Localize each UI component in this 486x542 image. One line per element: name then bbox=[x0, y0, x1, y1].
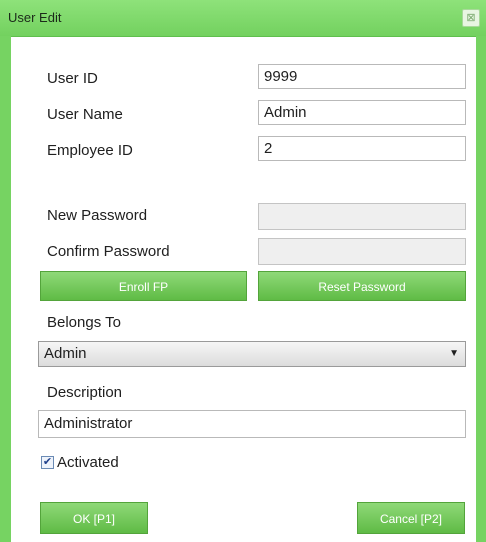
user-name-label: User Name bbox=[47, 106, 123, 123]
belongs-to-label: Belongs To bbox=[47, 314, 121, 331]
belongs-to-value: Admin bbox=[44, 345, 87, 362]
confirm-password-field[interactable] bbox=[258, 238, 466, 265]
title-bar: User Edit ⊠ bbox=[0, 0, 486, 37]
user-id-field[interactable]: 9999 bbox=[258, 64, 466, 89]
new-password-label: New Password bbox=[47, 207, 148, 224]
activated-label: Activated bbox=[57, 454, 119, 471]
belongs-to-dropdown[interactable]: Admin ▼ bbox=[38, 341, 466, 367]
employee-id-field[interactable]: 2 bbox=[258, 136, 466, 161]
confirm-password-label: Confirm Password bbox=[47, 243, 170, 260]
activated-checkbox[interactable]: ✔ bbox=[41, 456, 54, 469]
reset-password-button[interactable]: Reset Password bbox=[258, 271, 466, 301]
cancel-button[interactable]: Cancel [P2] bbox=[357, 502, 465, 534]
enroll-fp-button[interactable]: Enroll FP bbox=[40, 271, 247, 301]
left-border bbox=[0, 36, 11, 542]
user-id-label: User ID bbox=[47, 70, 98, 87]
right-border bbox=[476, 36, 486, 542]
chevron-down-icon: ▼ bbox=[449, 348, 459, 359]
close-icon[interactable]: ⊠ bbox=[462, 9, 480, 27]
new-password-field[interactable] bbox=[258, 203, 466, 230]
ok-button[interactable]: OK [P1] bbox=[40, 502, 148, 534]
dialog-title: User Edit bbox=[8, 10, 62, 25]
check-icon: ✔ bbox=[42, 456, 53, 468]
description-label: Description bbox=[47, 384, 123, 401]
user-edit-dialog: User Edit ⊠ User ID 9999 User Name Admin… bbox=[0, 0, 486, 542]
user-name-field[interactable]: Admin bbox=[258, 100, 466, 125]
employee-id-label: Employee ID bbox=[47, 142, 133, 159]
description-field[interactable]: Administrator bbox=[38, 410, 466, 438]
